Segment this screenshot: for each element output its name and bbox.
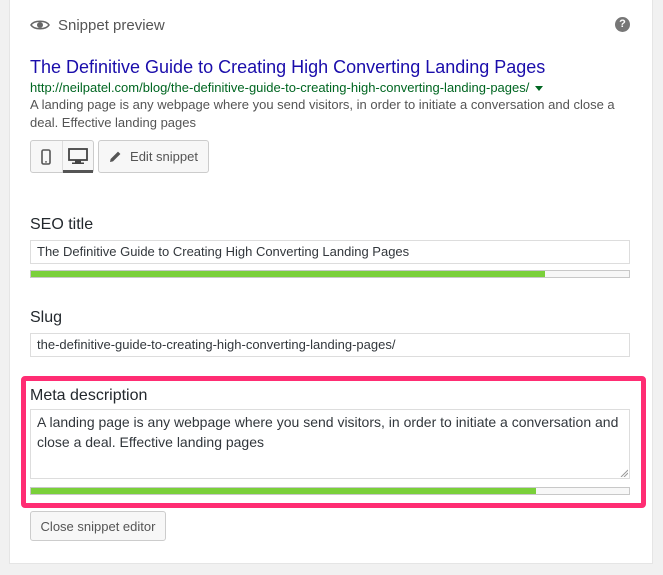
edit-snippet-label: Edit snippet [130,149,198,164]
snippet-preview-title: Snippet preview [58,16,165,34]
mobile-preview-button[interactable] [31,141,62,172]
preview-mode-toggle [30,140,94,173]
desktop-icon [67,148,88,164]
snippet-url-text: http://neilpatel.com/blog/the-definitive… [30,80,530,95]
edit-snippet-button[interactable]: Edit snippet [98,140,209,173]
seo-title-label: SEO title [30,216,94,233]
desktop-preview-button[interactable] [61,141,94,173]
slug-input[interactable]: the-definitive-guide-to-creating-high-co… [30,333,630,357]
meta-description-textarea[interactable]: A landing page is any webpage where you … [30,409,630,479]
snippet-preview-header: Snippet preview [30,14,165,36]
caret-down-icon[interactable] [535,85,544,91]
snippet-title-preview[interactable]: The Definitive Guide to Creating High Co… [30,57,545,78]
resize-grip-icon[interactable] [620,469,628,477]
eye-icon [30,20,50,30]
close-snippet-editor-button[interactable]: Close snippet editor [30,511,166,541]
slug-label: Slug [30,309,63,326]
pencil-icon [110,151,121,162]
snippet-description-preview: A landing page is any webpage where you … [30,97,615,130]
meta-description-progress-fill [31,488,537,494]
snippet-url-preview: http://neilpatel.com/blog/the-definitive… [30,80,544,95]
help-icon[interactable]: ? [615,17,630,32]
seo-title-input[interactable]: The Definitive Guide to Creating High Co… [30,240,630,264]
seo-title-progress [30,270,630,278]
seo-title-progress-fill [31,271,546,277]
snippet-editor-panel: Snippet preview ? The Definitive Guide t… [9,0,653,564]
meta-description-progress [30,487,630,495]
mobile-icon [41,148,52,165]
meta-description-text: A landing page is any webpage where you … [37,414,619,450]
meta-description-label: Meta description [30,387,148,404]
